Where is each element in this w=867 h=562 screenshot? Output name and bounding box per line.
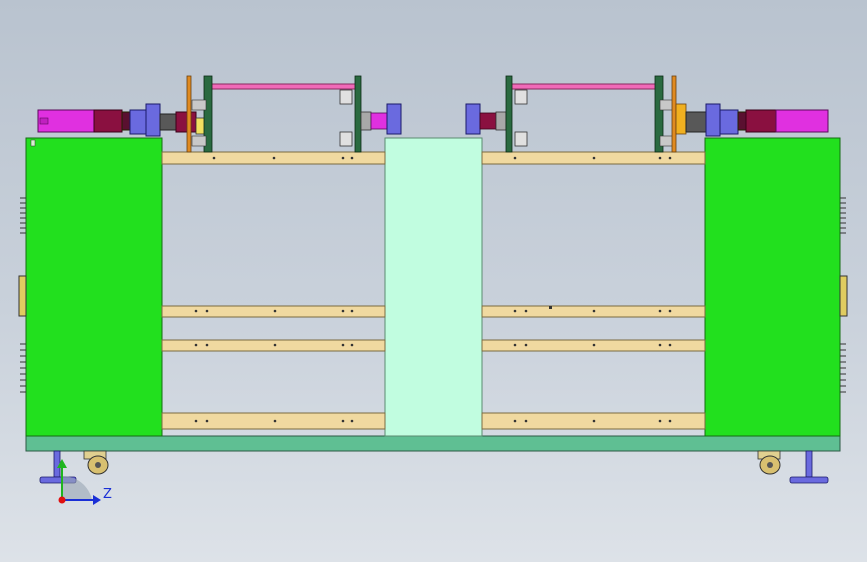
right-cabinet (704, 137, 848, 437)
left-cabinet (18, 137, 163, 437)
right-gearbox (685, 103, 739, 137)
left-outer-frame (186, 75, 213, 153)
triad-z-arrow (93, 495, 101, 505)
center-panel (384, 137, 483, 437)
left-vent-top (20, 197, 26, 234)
left-drive-shaft (207, 83, 359, 90)
left-handle (18, 275, 27, 317)
left-vent-bottom (20, 343, 26, 393)
right-servo-motor (737, 109, 829, 133)
cad-viewport[interactable]: Z (0, 0, 867, 562)
right-outer-frame (654, 75, 687, 153)
triad-x-axis-dot (58, 496, 66, 504)
right-rails (481, 151, 706, 430)
right-leveling-foot (789, 450, 829, 484)
right-vent-top (840, 197, 846, 234)
triad-plane (62, 475, 92, 500)
left-gearbox (129, 103, 197, 137)
right-vent-bottom (840, 343, 846, 393)
assembly-drawing: Z (18, 75, 848, 505)
left-caster-wheel (83, 450, 109, 475)
right-caster-wheel (757, 450, 781, 475)
right-drive-shaft (507, 83, 659, 90)
right-handle (839, 275, 848, 317)
left-servo-motor (37, 109, 131, 133)
left-rails (161, 151, 386, 430)
base-plate (25, 435, 841, 452)
triad-z-label: Z (103, 487, 112, 502)
